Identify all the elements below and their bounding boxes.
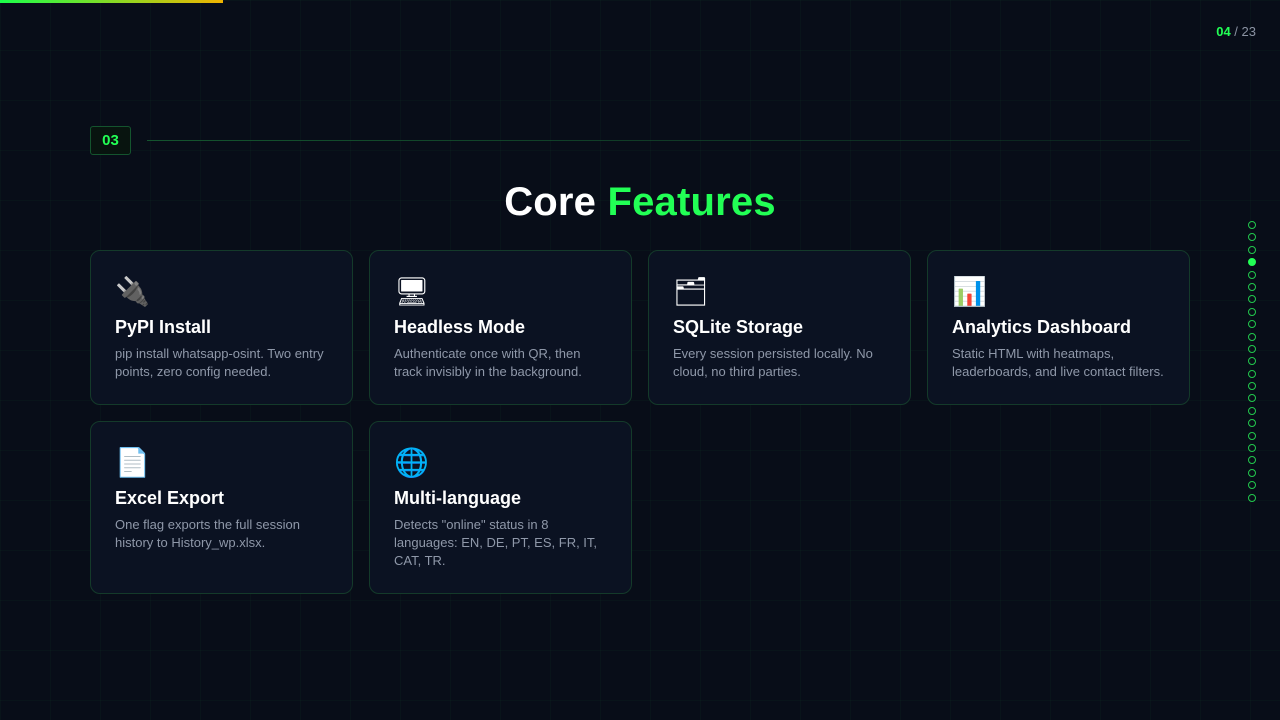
slide-dot[interactable] [1248, 382, 1256, 391]
feature-card-excel-export: 📄 Excel Export One flag exports the full… [90, 421, 353, 594]
slide-dot[interactable] [1248, 320, 1256, 329]
slide-dot[interactable] [1248, 394, 1256, 403]
page-counter: 04 / 23 [1216, 24, 1256, 39]
feature-card-title: Headless Mode [394, 317, 526, 337]
document-icon: 📄 [115, 446, 150, 479]
slide-dot[interactable] [1248, 270, 1256, 279]
section-header: 03 [90, 126, 1190, 155]
slide-dot[interactable] [1248, 468, 1256, 477]
slide-dot[interactable] [1248, 419, 1256, 428]
feature-card-headless-mode: 🖥 Headless Mode Authenticate once with Q… [369, 250, 632, 405]
slide-title-main: Core [504, 180, 597, 224]
slide-dot[interactable] [1248, 456, 1256, 465]
slide-title: Core Features [0, 180, 1280, 225]
page-counter-current: 04 [1216, 24, 1231, 39]
feature-card-sqlite-storage: 🗂 SQLite Storage Every session persisted… [648, 250, 911, 405]
slide-dot[interactable] [1248, 444, 1256, 453]
monitor-icon: 🖥 [394, 275, 430, 308]
feature-card-description: Authenticate once with QR, then track in… [394, 346, 582, 379]
page-counter-separator: / [1230, 24, 1242, 39]
feature-card-description: pip install whatsapp-osint. Two entry po… [115, 346, 324, 379]
slide-dot[interactable] [1248, 332, 1256, 341]
slide-title-accent: Features [607, 180, 776, 224]
section-divider [147, 140, 1190, 141]
feature-card-title: PyPI Install [115, 317, 212, 337]
plug-icon: 🔌 [115, 275, 150, 308]
slide-dot[interactable] [1248, 357, 1256, 366]
slide-dot[interactable] [1248, 221, 1256, 229]
slide-dot[interactable] [1248, 406, 1256, 415]
slide-dot[interactable] [1248, 431, 1256, 440]
slide-dot[interactable] [1248, 245, 1256, 254]
slide-dot[interactable] [1248, 369, 1256, 378]
feature-card-description: Every session persisted locally. No clou… [673, 346, 873, 379]
feature-card-title: SQLite Storage [673, 317, 804, 337]
feature-card-description: Detects "online" status in 8 languages: … [394, 517, 598, 568]
feature-card-multi-language: 🌐 Multi-language Detects "online" status… [369, 421, 632, 594]
slide-dot[interactable] [1248, 344, 1256, 353]
progress-bar-fill [0, 0, 223, 3]
feature-card-description: Static HTML with heatmaps, leaderboards,… [952, 346, 1164, 379]
feature-card-description: One flag exports the full session histor… [115, 517, 300, 550]
folder-icon: 🗂 [673, 275, 709, 308]
globe-icon: 🌐 [394, 446, 429, 479]
slide-dot[interactable] [1248, 233, 1256, 242]
progress-bar [0, 0, 1280, 3]
bar-chart-icon: 📊 [952, 275, 987, 308]
feature-card-pypi-install: 🔌 PyPI Install pip install whatsapp-osin… [90, 250, 353, 405]
slide-dot[interactable] [1248, 481, 1256, 490]
slide-dot-active[interactable] [1248, 258, 1256, 267]
slide-dot[interactable] [1248, 282, 1256, 291]
page-counter-total: 23 [1241, 24, 1256, 39]
feature-card-title: Excel Export [115, 488, 225, 508]
slide-dot[interactable] [1248, 307, 1256, 316]
slide-dot[interactable] [1248, 493, 1256, 502]
feature-card-title: Analytics Dashboard [952, 317, 1132, 337]
slide-navigation-dots [1248, 221, 1256, 506]
feature-card-analytics-dashboard: 📊 Analytics Dashboard Static HTML with h… [927, 250, 1190, 405]
feature-card-title: Multi-language [394, 488, 521, 508]
slide-dot[interactable] [1248, 295, 1256, 304]
section-number-badge: 03 [90, 126, 131, 155]
